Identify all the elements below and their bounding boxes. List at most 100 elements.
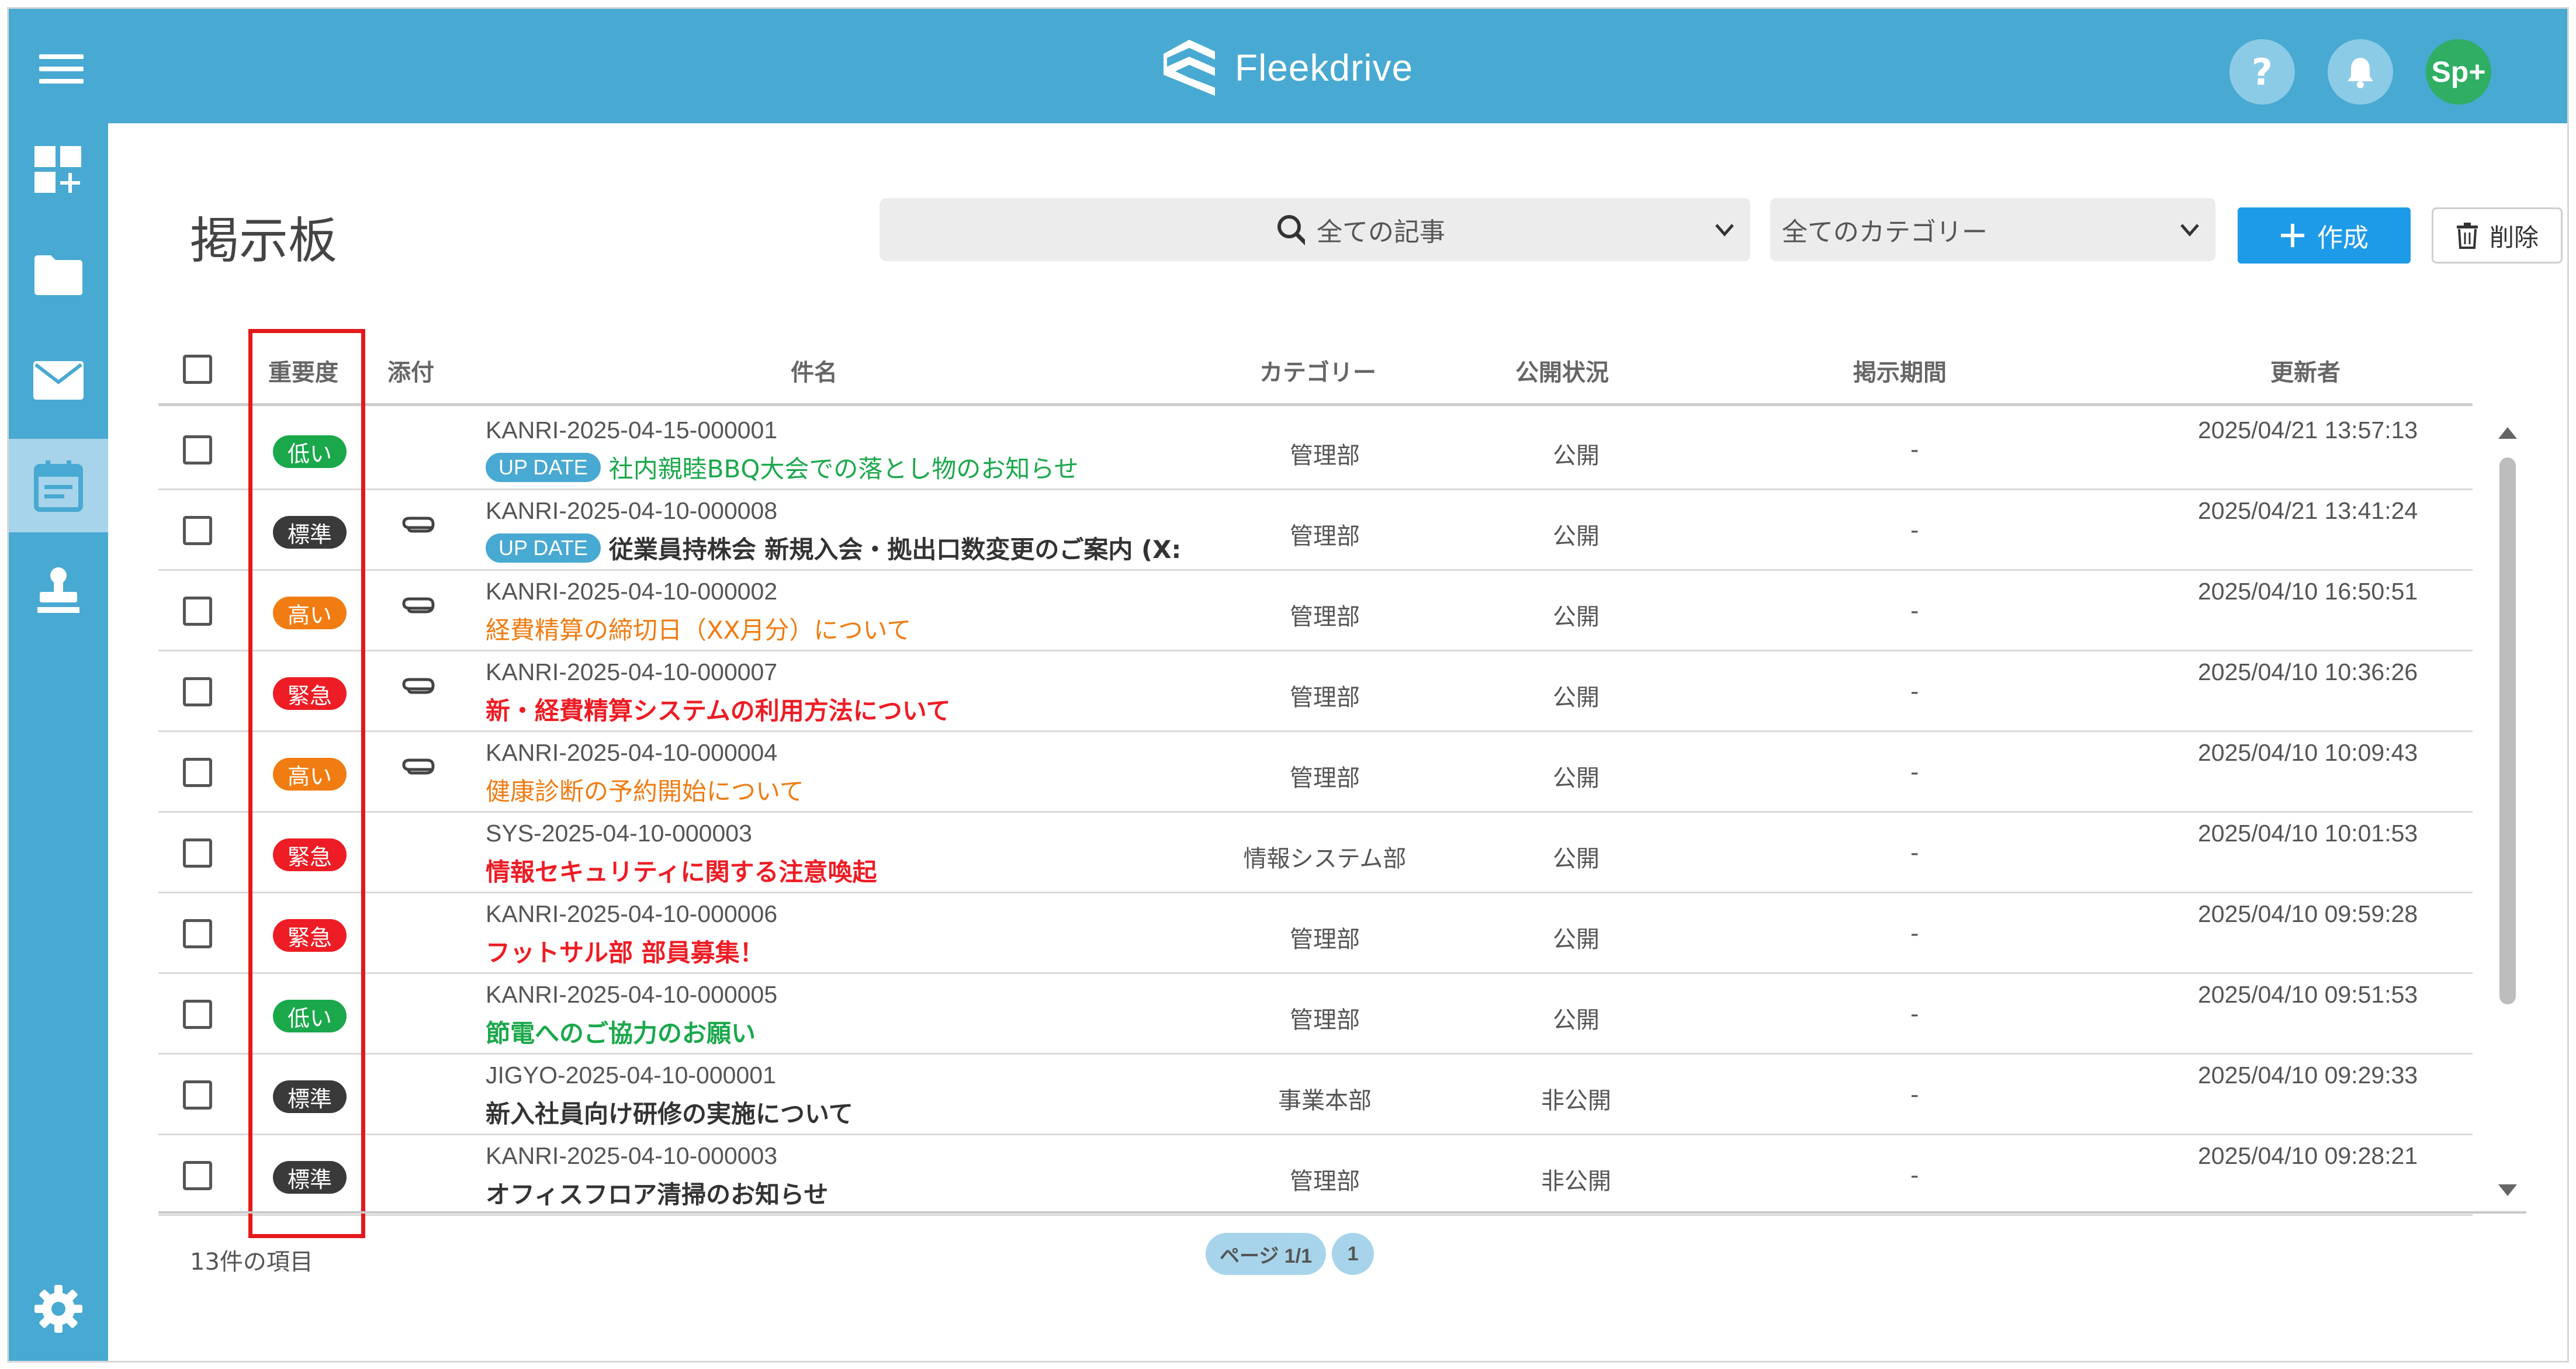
row-checkbox[interactable] bbox=[183, 758, 212, 787]
importance-badge: 低い bbox=[273, 1000, 347, 1032]
brand-logo: Fleekdrive bbox=[1160, 36, 1413, 100]
importance-badge: 高い bbox=[273, 758, 347, 791]
sidebar-item-mail[interactable] bbox=[9, 334, 108, 427]
importance-badge: 標準 bbox=[273, 516, 347, 549]
category-cell: 管理部 bbox=[1290, 1007, 1360, 1034]
bell-icon bbox=[2348, 58, 2373, 88]
help-button[interactable]: ? bbox=[2229, 39, 2295, 105]
create-button[interactable]: 作成 bbox=[2238, 207, 2411, 264]
plus-icon bbox=[2281, 224, 2304, 247]
table-row[interactable]: 低い KANRI-2025-04-15-000001 UP DATE 社内親睦BBQ大… bbox=[158, 410, 2473, 490]
delete-button[interactable]: 削除 bbox=[2432, 207, 2563, 264]
sidebar-settings[interactable] bbox=[9, 1265, 108, 1353]
sidebar-item-folder[interactable] bbox=[9, 228, 108, 322]
importance-badge: 緊急 bbox=[273, 677, 347, 710]
subject-link[interactable]: 従業員持株会 新規入会・拠出口数変更のご案内 (X: bbox=[609, 530, 1182, 566]
avatar-label: Sp+ bbox=[2431, 56, 2486, 88]
subject-link[interactable]: 節電へのご協力のお願い bbox=[486, 1014, 756, 1049]
table-row[interactable]: 標準 KANRI-2025-04-10-000003 オフィスフロア清掃のお知らせ 管… bbox=[158, 1135, 2473, 1216]
status-cell: 非公開 bbox=[1541, 1168, 1611, 1195]
header-period[interactable]: 掲示期間 bbox=[1853, 353, 1947, 387]
table-row[interactable]: 高い KANRI-2025-04-10-000004 健康診断の予約開始について 管理… bbox=[158, 732, 2473, 813]
search-input[interactable] bbox=[880, 198, 1261, 262]
subject-link[interactable]: オフィスフロア清掃のお知らせ bbox=[486, 1175, 828, 1211]
row-checkbox[interactable] bbox=[183, 516, 212, 545]
row-checkbox[interactable] bbox=[183, 1080, 212, 1110]
subject-line[interactable]: オフィスフロア清掃のお知らせ bbox=[486, 1175, 1315, 1211]
subject-link[interactable]: 健康診断の予約開始について bbox=[486, 772, 804, 807]
notification-button[interactable] bbox=[2328, 39, 2393, 105]
scroll-down-arrow-icon[interactable] bbox=[2496, 1182, 2519, 1200]
table-row[interactable]: 標準 KANRI-2025-04-10-000008 UP DATE 従業員持株会 新… bbox=[158, 490, 2473, 571]
subject-line[interactable]: 経費精算の締切日（XX月分）について bbox=[486, 611, 1315, 646]
row-checkbox[interactable] bbox=[183, 838, 212, 868]
subject-link[interactable]: 社内親睦BBQ大会での落とし物のお知らせ bbox=[609, 449, 1079, 485]
scrollbar-thumb[interactable] bbox=[2499, 458, 2516, 1004]
calendar-board-icon bbox=[34, 460, 83, 512]
table-row[interactable]: 標準 JIGYO-2025-04-10-000001 新入社員向け研修の実施について… bbox=[158, 1055, 2473, 1135]
brand-name: Fleekdrive bbox=[1235, 47, 1414, 89]
article-filter-select[interactable]: 全ての記事 bbox=[1305, 198, 1750, 261]
row-checkbox[interactable] bbox=[183, 919, 212, 948]
importance-badge: 標準 bbox=[273, 1080, 347, 1113]
dashboard-add-icon bbox=[34, 146, 81, 193]
category-cell: 管理部 bbox=[1290, 1168, 1360, 1195]
search-box[interactable] bbox=[880, 198, 1324, 262]
table-row[interactable]: 高い KANRI-2025-04-10-000002 経費精算の締切日（XX月分）に… bbox=[158, 571, 2473, 651]
subject-line[interactable]: 新入社員向け研修の実施について bbox=[486, 1094, 1315, 1130]
period-cell: - bbox=[1910, 1162, 1919, 1189]
hamburger-menu-icon[interactable] bbox=[39, 54, 84, 84]
user-avatar[interactable]: Sp+ bbox=[2426, 39, 2491, 105]
mail-icon bbox=[33, 361, 84, 400]
header-attachment[interactable]: 添付 bbox=[387, 353, 434, 387]
status-cell: 公開 bbox=[1553, 926, 1599, 953]
status-cell: 公開 bbox=[1553, 604, 1599, 630]
period-cell: - bbox=[1910, 678, 1919, 705]
category-filter-select[interactable]: 全てのカテゴリー bbox=[1770, 198, 2215, 261]
row-checkbox[interactable] bbox=[183, 1000, 212, 1029]
article-filter-value: 全ての記事 bbox=[1317, 217, 1445, 247]
sidebar-item-dashboard[interactable] bbox=[9, 123, 108, 217]
subject-line[interactable]: 節電へのご協力のお願い bbox=[486, 1014, 1315, 1049]
table-row[interactable]: 緊急 KANRI-2025-04-10-000006 フットサル部 部員募集！ 管理部… bbox=[158, 893, 2473, 974]
subject-line[interactable]: 健康診断の予約開始について bbox=[486, 772, 1315, 807]
subject-line[interactable]: 新・経費精算システムの利用方法について bbox=[486, 691, 1315, 727]
table-row[interactable]: 緊急 SYS-2025-04-10-000003 情報セキュリティに関する注意喚起 情… bbox=[158, 813, 2473, 893]
scroll-up-arrow-icon[interactable] bbox=[2496, 424, 2519, 441]
header-updated-by[interactable]: 更新者 bbox=[2270, 353, 2340, 387]
header-importance[interactable]: 重要度 bbox=[268, 353, 338, 387]
subject-link[interactable]: 情報セキュリティに関する注意喚起 bbox=[486, 852, 877, 888]
status-cell: 公開 bbox=[1553, 1007, 1599, 1034]
page-number-button[interactable]: 1 bbox=[1332, 1233, 1374, 1275]
header-status[interactable]: 公開状況 bbox=[1515, 353, 1609, 387]
header-subject[interactable]: 件名 bbox=[791, 353, 837, 387]
gear-icon bbox=[34, 1285, 82, 1333]
period-cell: - bbox=[1910, 840, 1919, 867]
row-checkbox[interactable] bbox=[183, 1161, 212, 1190]
row-checkbox[interactable] bbox=[183, 677, 212, 706]
select-all-checkbox[interactable] bbox=[183, 355, 212, 384]
category-cell: 事業本部 bbox=[1278, 1087, 1372, 1114]
subject-line[interactable]: UP DATE 従業員持株会 新規入会・拠出口数変更のご案内 (X: bbox=[486, 530, 1315, 566]
sidebar-item-stamp[interactable] bbox=[9, 544, 108, 637]
period-cell: - bbox=[1910, 436, 1919, 463]
sidebar-item-bulletin[interactable] bbox=[9, 439, 108, 532]
top-bar: Fleekdrive ? Sp+ bbox=[9, 9, 2567, 123]
status-cell: 公開 bbox=[1553, 845, 1599, 872]
table-row[interactable]: 低い KANRI-2025-04-10-000005 節電へのご協力のお願い 管理部 公… bbox=[158, 974, 2473, 1055]
subject-line[interactable]: 情報セキュリティに関する注意喚起 bbox=[486, 852, 1315, 888]
chevron-down-icon bbox=[2180, 224, 2199, 237]
header-category[interactable]: カテゴリー bbox=[1259, 353, 1376, 387]
updated-cell: 2025/04/21 13:57:13 bbox=[2198, 417, 2418, 443]
row-checkbox[interactable] bbox=[183, 597, 212, 626]
subject-line[interactable]: フットサル部 部員募集！ bbox=[486, 933, 1315, 969]
subject-link[interactable]: 経費精算の締切日（XX月分）について bbox=[486, 611, 911, 646]
sidebar bbox=[9, 123, 108, 1361]
table-row[interactable]: 緊急 KANRI-2025-04-10-000007 新・経費精算システムの利用方法… bbox=[158, 651, 2473, 732]
importance-badge: 緊急 bbox=[273, 838, 347, 871]
subject-line[interactable]: UP DATE 社内親睦BBQ大会での落とし物のお知らせ bbox=[486, 449, 1315, 485]
subject-link[interactable]: 新・経費精算システムの利用方法について bbox=[486, 691, 950, 727]
row-checkbox[interactable] bbox=[183, 435, 212, 465]
subject-link[interactable]: 新入社員向け研修の実施について bbox=[486, 1094, 853, 1130]
subject-link[interactable]: フットサル部 部員募集！ bbox=[486, 933, 764, 969]
